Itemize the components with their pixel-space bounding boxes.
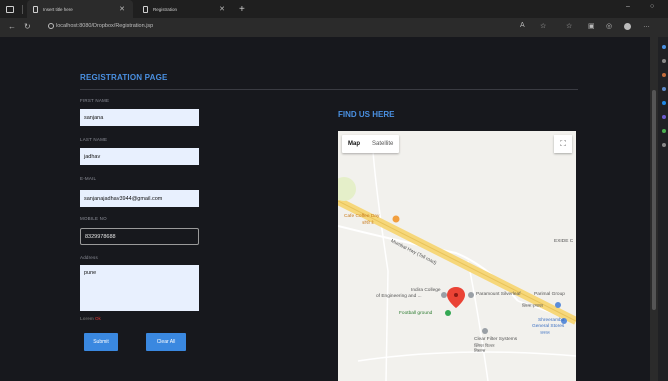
url-text[interactable]: localhost:8080/Dropbox/Registration.jsp — [56, 23, 153, 29]
office-icon[interactable] — [662, 115, 666, 119]
cafe-label: Cafe Coffee Day — [344, 214, 380, 219]
football-pin[interactable] — [445, 310, 451, 316]
location-pin[interactable] — [447, 287, 465, 308]
map-type-control: Map Satellite — [342, 135, 400, 153]
scrollbar-thumb[interactable] — [652, 90, 656, 310]
edge-sidebar — [660, 37, 668, 381]
tab-title: Insert title here — [43, 6, 73, 12]
satellite-tab[interactable]: Satellite — [366, 135, 399, 153]
tab-insert-title[interactable]: Insert title here ✕ — [27, 0, 133, 18]
collections-icon[interactable]: ◎ — [606, 22, 612, 30]
clear-filter-label-line3: सिस्टम्स — [474, 348, 486, 353]
fullscreen-icon[interactable]: ⛶ — [554, 135, 572, 153]
bookmark-icon[interactable]: ☆ — [540, 22, 546, 30]
clear-all-button[interactable]: Clear All — [146, 333, 186, 351]
shopping-icon[interactable] — [662, 73, 666, 77]
browser-titlebar: Insert title here ✕ Registration ✕ + – ○ — [0, 0, 668, 18]
clear-filter-pin[interactable] — [482, 328, 488, 334]
mobile-label: MOBILE NO — [80, 216, 107, 221]
tab-actions-icon[interactable]: ▣ — [588, 22, 595, 30]
page-icon — [143, 5, 148, 13]
note-highlight: Ok — [95, 316, 101, 321]
google-map[interactable]: Map Satellite ⛶ Cafe Coffee Day कॉफी डे … — [338, 131, 576, 381]
search-icon[interactable] — [662, 59, 666, 63]
parimal-label: Parimal Group — [534, 292, 565, 297]
last-name-label: LAST NAME — [80, 137, 108, 142]
games-icon[interactable] — [662, 101, 666, 105]
close-icon[interactable]: ✕ — [119, 5, 125, 13]
exide-label: EXIDE C — [554, 239, 574, 244]
cafe-pin[interactable] — [392, 215, 400, 223]
first-name-label: FIRST NAME — [80, 98, 110, 103]
page-title: REGISTRATION PAGE — [80, 73, 168, 82]
read-aloud-icon[interactable]: A — [520, 22, 525, 29]
shree-label-line1: Shreeramba — [538, 318, 565, 323]
divider — [80, 89, 578, 90]
favorites-icon[interactable]: ☆ — [566, 22, 572, 30]
email-label: E-MAIL — [80, 176, 97, 181]
last-name-input[interactable]: jadhav — [80, 148, 199, 165]
college-label-line1: Indira College — [411, 288, 441, 293]
paramount-label: Paramount Silverleaf — [476, 292, 521, 297]
map-canvas — [338, 150, 576, 381]
window-menu-icon[interactable] — [6, 5, 14, 13]
info-icon[interactable] — [48, 23, 54, 29]
disha-label: ब्लिस्स इम्पायर — [522, 303, 544, 308]
tab-registration[interactable]: Registration ✕ — [137, 0, 233, 18]
first-name-input[interactable]: sanjana — [80, 109, 199, 126]
address-bar: ← ↻ localhost:8080/Dropbox/Registration.… — [0, 18, 668, 37]
close-icon[interactable]: ✕ — [219, 5, 225, 13]
copilot-icon[interactable] — [662, 45, 666, 49]
shree-label-line2: General Stores — [532, 324, 565, 329]
note-prefix: Lorem — [80, 316, 94, 321]
football-label: Football ground — [399, 311, 433, 316]
form-note: Lorem Ok — [80, 316, 101, 321]
back-icon[interactable]: ← — [8, 22, 16, 31]
profile-avatar[interactable] — [624, 23, 631, 30]
outlook-icon[interactable] — [662, 129, 666, 133]
map-tab[interactable]: Map — [342, 135, 366, 153]
mobile-input[interactable]: 8329978688 — [80, 228, 199, 245]
page-icon — [33, 5, 38, 13]
submit-button[interactable]: Submit — [84, 333, 118, 351]
email-input[interactable]: sanjanajadhav3944@gmail.com — [80, 190, 199, 207]
more-icon[interactable]: … — [643, 22, 650, 29]
address-label: Address — [80, 255, 98, 260]
maximize-icon[interactable]: ○ — [650, 3, 654, 10]
address-textarea[interactable]: pune — [80, 265, 199, 311]
college-pin[interactable] — [441, 292, 447, 298]
tab-separator — [22, 4, 23, 14]
shree-sublabel: जनरल — [540, 330, 550, 335]
college-label-line2: of Engineering and ... — [376, 294, 422, 299]
refresh-icon[interactable]: ↻ — [24, 22, 31, 31]
minimize-icon[interactable]: – — [626, 3, 630, 10]
paramount-pin[interactable] — [468, 292, 474, 298]
tab-title: Registration — [153, 6, 178, 12]
clear-filter-label-line1: Clear Filter Systems — [474, 337, 518, 342]
tools-icon[interactable] — [662, 87, 666, 91]
add-icon[interactable] — [662, 143, 666, 147]
screen: Insert title here ✕ Registration ✕ + – ○… — [0, 0, 668, 381]
new-tab-icon[interactable]: + — [239, 4, 245, 15]
cafe-sublabel: कॉफी डे — [362, 220, 374, 225]
find-us-heading: FIND US HERE — [338, 110, 395, 119]
shop-pin[interactable] — [555, 302, 561, 308]
